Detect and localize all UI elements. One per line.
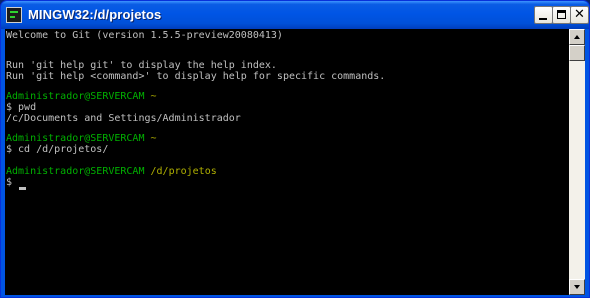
terminal-window: MINGW32:/d/projetos ✕ Welcome to Git (ve… [0,0,590,298]
prompt-user: Administrador@SERVERCAM [6,166,145,177]
output-line-1: /c/Documents and Settings/Administrador [6,113,241,124]
close-button[interactable]: ✕ [570,6,589,24]
minimize-button[interactable] [534,6,553,24]
window-title: MINGW32:/d/projetos [28,7,162,22]
prompt-line-3: Administrador@SERVERCAM /d/projetos [6,165,217,179]
minimize-icon [539,18,547,20]
console-area[interactable]: Welcome to Git (version 1.5.5-preview200… [5,29,569,295]
prompt-path: /d/projetos [144,166,217,177]
title-bar[interactable]: MINGW32:/d/projetos ✕ [1,1,589,29]
prompt-path: ~ [144,91,157,102]
vertical-scrollbar[interactable] [569,29,585,295]
maximize-button[interactable] [552,6,571,24]
scroll-down-button[interactable] [569,279,585,295]
arrow-down-icon [574,285,580,289]
scroll-up-button[interactable] [569,29,585,45]
text-cursor [19,187,26,190]
command-line-2: $ cd /d/projetos/ [6,144,109,155]
help-line-2: Run 'git help <command>' to display help… [6,71,386,82]
terminal-icon[interactable] [6,7,22,23]
command-line-3: $ [6,177,19,188]
welcome-line: Welcome to Git (version 1.5.5-preview200… [6,30,283,41]
maximize-icon [557,10,566,19]
arrow-up-icon [574,35,580,39]
prompt-path: ~ [144,133,157,144]
close-icon: ✕ [574,7,585,22]
scrollbar-thumb[interactable] [569,45,585,61]
